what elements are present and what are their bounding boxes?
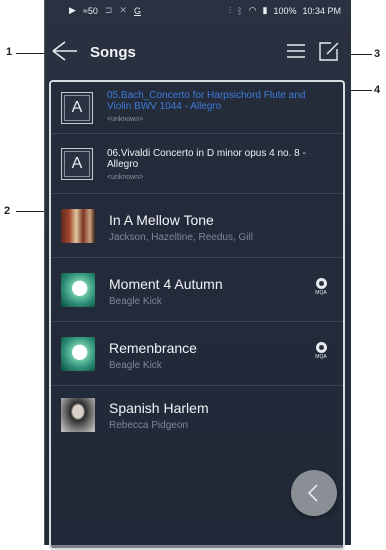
cast-icon: ⊐: [104, 5, 113, 15]
default-album-icon: A: [61, 92, 93, 124]
page-title: Songs: [90, 44, 136, 61]
clock: 10:34 PM: [302, 5, 341, 16]
shuffle-icon: ✕: [119, 5, 127, 15]
callout-1: 1: [6, 46, 13, 58]
mqa-badge: MQA: [313, 342, 329, 364]
mqa-icon: [315, 342, 327, 353]
menu-icon[interactable]: [285, 40, 307, 62]
song-artist: Jackson, Hazeltine, Reedus, Gill: [109, 232, 253, 243]
equalizer-icon: ⫶: [228, 5, 232, 15]
album-art: [61, 209, 95, 243]
default-album-icon: A: [61, 148, 93, 180]
mqa-label: MQA: [315, 290, 327, 296]
song-artist: Beagle Kick: [109, 296, 162, 307]
song-row[interactable]: A 06.Vivaldi Concerto in D minor opus 4 …: [51, 134, 343, 194]
song-title: Moment 4 Autumn: [109, 276, 223, 292]
song-row[interactable]: In A Mellow Tone Jackson, Hazeltine, Ree…: [51, 194, 343, 258]
battery-value: 100%: [273, 5, 297, 16]
wifi-icon: ◠: [248, 5, 257, 15]
song-row[interactable]: Spanish Harlem Rebecca Pidgeon: [51, 386, 343, 450]
song-artist: <unknown>: [107, 174, 144, 181]
device-screen: ▶ ≈50 ⊐ ✕ G ⫶ ᛒ ◠ ▮ 100% 10:34 PM Songs: [44, 0, 351, 550]
battery-icon: ▮: [262, 5, 268, 15]
callout-4: 4: [374, 84, 381, 96]
album-art: [61, 273, 95, 307]
volume-value: 50: [87, 5, 98, 16]
song-title: In A Mellow Tone: [109, 212, 214, 228]
signal-icon: ≈50: [82, 5, 98, 16]
album-art: [61, 398, 95, 432]
song-title: Remenbrance: [109, 340, 197, 356]
song-title: 06.Vivaldi Concerto in D minor opus 4 no…: [107, 148, 306, 170]
callout-3: 3: [374, 48, 381, 60]
title-bar: Songs: [45, 22, 351, 80]
g-icon: G: [133, 5, 141, 16]
back-arrow-icon[interactable]: [51, 38, 79, 64]
status-bar: ▶ ≈50 ⊐ ✕ G ⫶ ᛒ ◠ ▮ 100% 10:34 PM: [45, 0, 351, 22]
song-row[interactable]: Remenbrance Beagle Kick MQA: [51, 322, 343, 386]
mqa-label: MQA: [315, 354, 327, 360]
play-icon: ▶: [69, 5, 76, 15]
mqa-badge: MQA: [313, 278, 329, 300]
chevron-left-icon: [307, 484, 318, 502]
callout-2: 2: [4, 205, 11, 217]
song-artist: Rebecca Pidgeon: [109, 420, 188, 431]
mqa-icon: [315, 278, 327, 289]
song-artist: Beagle Kick: [109, 360, 162, 371]
song-title: 05.Bach_Concerto for Harpsichord Flute a…: [107, 90, 306, 112]
song-artist: <unknown>: [107, 116, 144, 123]
edit-icon[interactable]: [317, 40, 341, 62]
song-title: Spanish Harlem: [109, 400, 209, 416]
floating-back-button[interactable]: [291, 470, 337, 516]
bluetooth-icon: ᛒ: [237, 5, 243, 16]
album-art: [61, 337, 95, 371]
song-row[interactable]: A 05.Bach_Concerto for Harpsichord Flute…: [51, 82, 343, 134]
song-row[interactable]: Moment 4 Autumn Beagle Kick MQA: [51, 258, 343, 322]
